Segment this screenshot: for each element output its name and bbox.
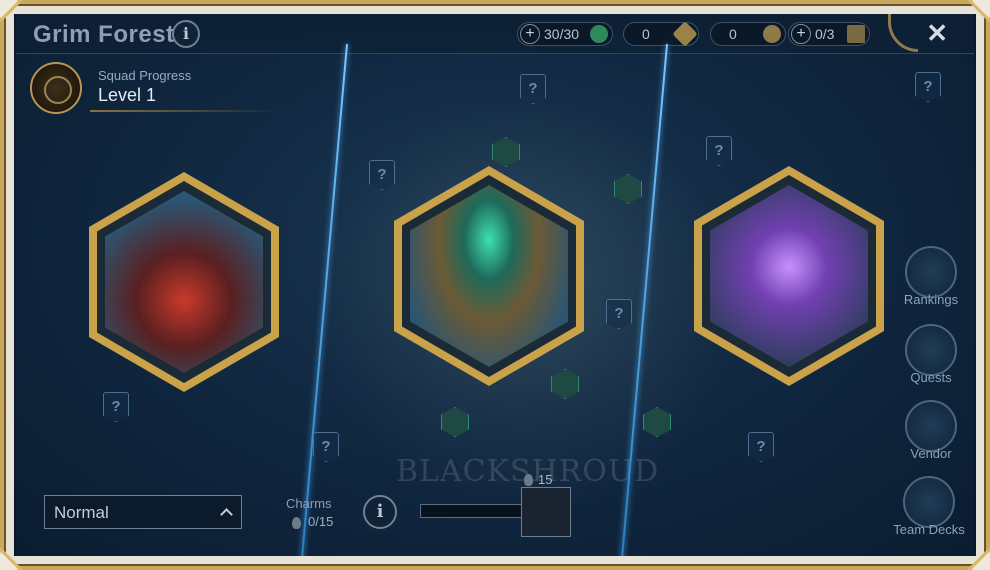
unknown-node[interactable]: ? (706, 136, 732, 166)
chevron-up-icon (220, 508, 233, 521)
rankings-label: Rankings (903, 292, 959, 307)
resource-value: 30/30 (544, 26, 580, 42)
crystal-encounter[interactable] (694, 166, 884, 386)
resource-masks: 0 (710, 22, 786, 46)
vendor-button[interactable]: Vendor (896, 400, 966, 461)
unknown-node[interactable]: ? (748, 432, 774, 462)
squad-progress-label: Squad Progress (98, 68, 192, 83)
squad-divider (90, 110, 280, 112)
difficulty-value: Normal (54, 503, 109, 522)
energy-icon (590, 25, 608, 43)
unknown-node[interactable]: ? (103, 392, 129, 422)
reward-chest-icon[interactable] (521, 487, 571, 537)
quests-icon (905, 324, 957, 376)
team-decks-label: Team Decks (893, 522, 965, 537)
squad-level: Level 1 (98, 85, 157, 105)
unknown-node[interactable]: ? (369, 160, 395, 190)
reward-value: 15 (538, 472, 553, 487)
resource-value: 0 (642, 26, 650, 42)
squad-emblem-icon (30, 62, 82, 114)
add-keys-button[interactable]: + (791, 24, 811, 44)
resource-value: 0 (729, 26, 737, 42)
close-button[interactable]: ✕ (926, 18, 948, 49)
info-button[interactable]: i (172, 20, 200, 48)
vendor-label: Vendor (910, 446, 952, 461)
charms-value: 0/15 (308, 514, 334, 529)
unknown-node[interactable]: ? (915, 72, 941, 102)
charms-label: Charms (286, 496, 332, 511)
vendor-icon (905, 400, 957, 452)
difficulty-select[interactable]: Normal (44, 495, 242, 529)
quests-label: Quests (910, 370, 952, 385)
squad-progress: Squad Progress Level 1 (30, 60, 280, 116)
shard-icon (672, 21, 698, 47)
rankings-button[interactable]: Rankings (896, 246, 966, 307)
unknown-node[interactable]: ? (606, 299, 632, 329)
resource-energy: + 30/30 (517, 22, 613, 46)
unknown-node[interactable]: ? (313, 432, 339, 462)
page-title: Grim Forest (33, 21, 175, 48)
cauldron-encounter[interactable] (394, 166, 584, 386)
quests-button[interactable]: Quests (896, 324, 966, 385)
unknown-node[interactable]: ? (520, 74, 546, 104)
top-bar: Grim Forest i + 30/30 0 0 + 0/3 ✕ (16, 14, 974, 54)
team-decks-icon (903, 476, 955, 528)
resource-keys: + 0/3 (788, 22, 870, 46)
add-energy-button[interactable]: + (520, 24, 540, 44)
horn-icon (888, 14, 918, 52)
game-viewport: BLACKSHROUD Grim Forest i + 30/30 0 0 + … (16, 14, 974, 556)
team-decks-button[interactable]: Team Decks (884, 476, 974, 537)
charms-info-button[interactable]: i (363, 495, 397, 529)
charm-icon (524, 474, 533, 486)
key-icon (847, 25, 865, 43)
mask-icon (763, 25, 781, 43)
resource-shards: 0 (623, 21, 699, 47)
rankings-icon (905, 246, 957, 298)
charm-icon (292, 517, 301, 529)
charms-progress-bar (420, 504, 530, 518)
resource-value: 0/3 (815, 26, 835, 42)
shrine-encounter[interactable] (89, 172, 279, 392)
